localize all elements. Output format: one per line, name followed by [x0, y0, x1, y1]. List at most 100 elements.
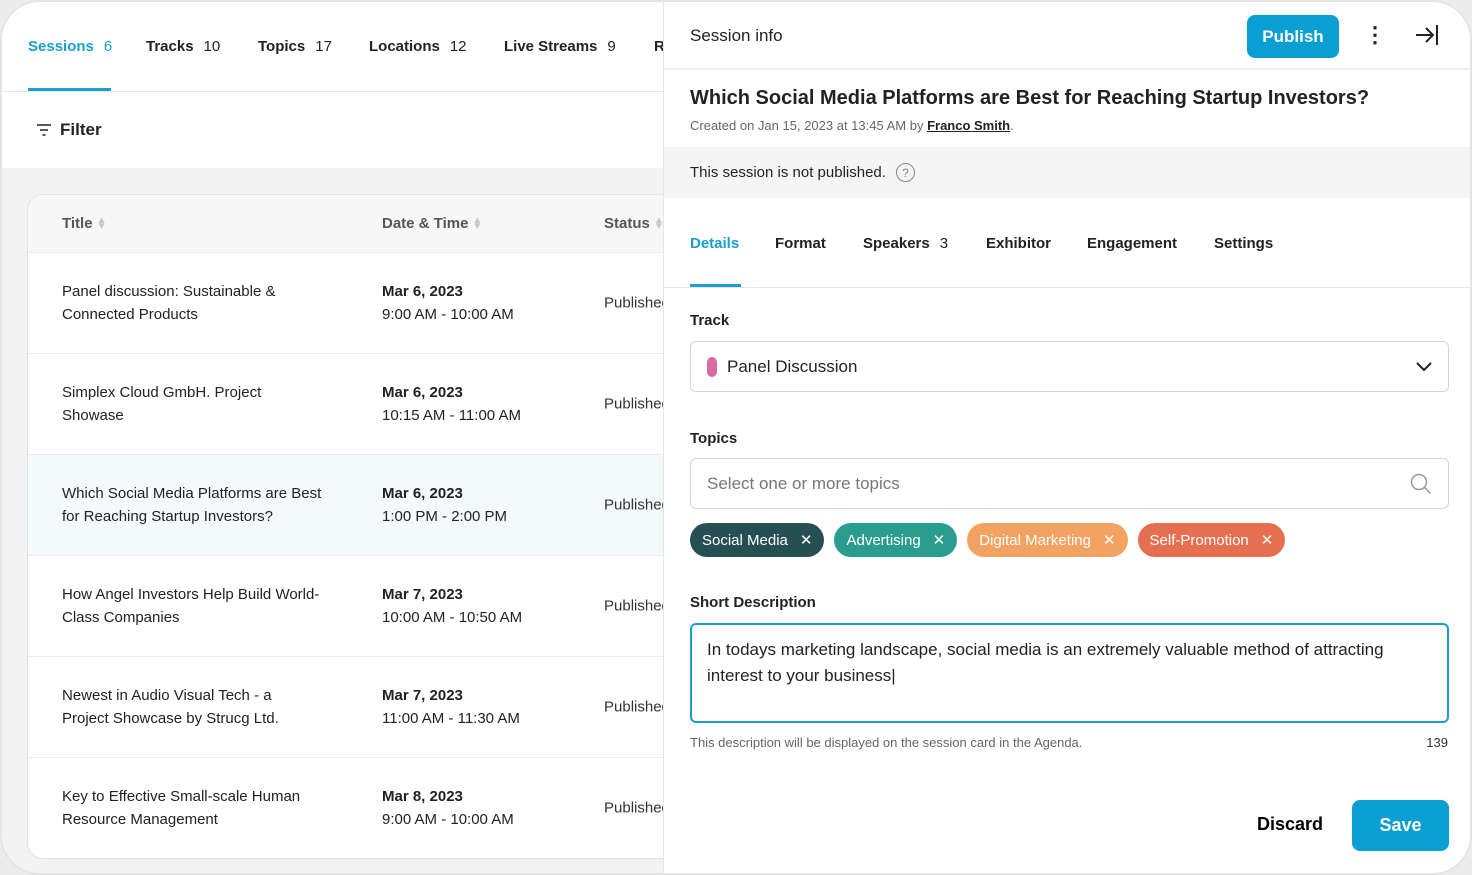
selected-topics: Social Media ✕ Advertising ✕ Digital Marketi…: [690, 523, 1286, 557]
session-date: Mar 7, 2023: [382, 586, 463, 603]
status-cell: Published: [604, 395, 663, 413]
tab-sessions[interactable]: Sessions 6: [28, 38, 112, 55]
column-title[interactable]: Title ▲ ▼: [62, 215, 106, 232]
tab-label: R: [654, 38, 663, 55]
status-cell: Published: [604, 294, 663, 312]
table-row[interactable]: Panel discussion: Sustainable & Connecte…: [28, 252, 663, 353]
created-suffix: .: [1010, 118, 1014, 133]
tab-label: Locations: [369, 38, 440, 55]
remove-chip-icon[interactable]: ✕: [933, 531, 946, 549]
date-time-cell: Mar 8, 2023 9:00 AM - 10:00 AM: [382, 785, 514, 831]
track-select[interactable]: Panel Discussion: [690, 341, 1449, 392]
sessions-list-panel: Sessions 6 Tracks 10 Topics 17 Locations 12 …: [2, 2, 663, 873]
tab-count: 10: [203, 38, 221, 55]
column-date-time[interactable]: Date & Time ▲ ▼: [382, 215, 482, 232]
app-window: Sessions 6 Tracks 10 Topics 17 Locations 12 …: [0, 0, 1472, 875]
tab-settings[interactable]: Settings: [1214, 235, 1273, 252]
session-time: 1:00 PM - 2:00 PM: [382, 508, 508, 525]
short-description-label: Short Description: [690, 594, 816, 611]
panel-header: Session info Publish ⋮: [664, 2, 1470, 70]
created-info: Created on Jan 15, 2023 at 13:45 AM by F…: [690, 118, 1014, 133]
table-row[interactable]: How Angel Investors Help Build World-Cla…: [28, 555, 663, 656]
chip-label: Self-Promotion: [1149, 531, 1249, 549]
sort-icon: ▲ ▼: [472, 214, 483, 232]
session-title-cell: Newest in Audio Visual Tech - a Project …: [62, 687, 279, 727]
search-icon: [1410, 473, 1432, 494]
tab-count: 17: [315, 38, 332, 55]
session-time: 9:00 AM - 10:00 AM: [382, 811, 514, 828]
status-cell: Published: [604, 597, 663, 615]
table-row[interactable]: Which Social Media Platforms are Best fo…: [28, 454, 663, 555]
tab-speakers[interactable]: Speakers 3: [863, 235, 948, 252]
filter-icon: [37, 124, 51, 136]
topic-chip: Social Media ✕: [690, 523, 825, 557]
chip-label: Social Media: [702, 531, 788, 549]
session-title: Which Social Media Platforms are Best fo…: [690, 87, 1370, 109]
tab-exhibitor[interactable]: Exhibitor: [986, 235, 1051, 252]
save-button[interactable]: Save: [1352, 800, 1449, 851]
tab-topics[interactable]: Topics 17: [258, 38, 332, 55]
session-date: Mar 6, 2023: [382, 485, 463, 502]
date-time-cell: Mar 6, 2023 1:00 PM - 2:00 PM: [382, 482, 507, 528]
notice-text: This session is not published.: [690, 164, 886, 181]
track-label: Track: [690, 312, 730, 329]
author-link[interactable]: Franco Smith: [927, 118, 1010, 133]
tab-count: 12: [449, 38, 467, 55]
publish-button[interactable]: Publish: [1247, 15, 1339, 58]
tab-count: 6: [103, 38, 113, 55]
status-cell: Published: [604, 698, 663, 716]
session-title-cell: Which Social Media Platforms are Best fo…: [62, 485, 322, 525]
topics-placeholder: Select one or more topics: [707, 473, 900, 493]
text-cursor: |: [891, 666, 896, 685]
session-title-cell: Panel discussion: Sustainable & Connecte…: [62, 283, 276, 323]
session-title-cell: How Angel Investors Help Build World-Cla…: [62, 586, 320, 626]
panel-title: Session info: [690, 26, 783, 45]
tab-tracks[interactable]: Tracks 10: [146, 38, 220, 55]
detail-tabs: Details Format Speakers 3 Exhibitor Engag…: [664, 198, 1470, 288]
topic-chip: Digital Marketing ✕: [967, 523, 1128, 557]
discard-button[interactable]: Discard: [1257, 814, 1323, 835]
tab-locations[interactable]: Locations 12: [369, 38, 467, 55]
date-time-cell: Mar 7, 2023 10:00 AM - 10:50 AM: [382, 583, 522, 629]
session-title-cell: Simplex Cloud GmbH. Project Showase: [62, 384, 262, 424]
table-row[interactable]: Newest in Audio Visual Tech - a Project …: [28, 656, 663, 757]
topics-input[interactable]: Select one or more topics: [690, 458, 1449, 509]
tab-format[interactable]: Format: [775, 235, 826, 252]
help-icon[interactable]: ?: [895, 163, 915, 182]
session-date: Mar 6, 2023: [382, 384, 463, 401]
filter-button[interactable]: Filter: [2, 92, 663, 168]
tab-label: Settings: [1214, 235, 1274, 252]
tab-label: Sessions: [28, 38, 94, 55]
tab-engagement[interactable]: Engagement: [1087, 235, 1177, 252]
column-label: Status: [604, 215, 650, 232]
table-row[interactable]: Simplex Cloud GmbH. Project Showase Mar …: [28, 353, 663, 454]
sessions-table: Title ▲ ▼ Date & Time ▲ ▼ Status ▲ ▼ Panel dis…: [27, 194, 663, 859]
table-row[interactable]: Key to Effective Small-scale Human Resou…: [28, 757, 663, 858]
column-status[interactable]: Status ▲ ▼: [604, 215, 663, 232]
remove-chip-icon[interactable]: ✕: [1261, 531, 1274, 549]
filter-label: Filter: [60, 120, 102, 139]
short-description-textarea[interactable]: In todays marketing landscape, social me…: [690, 623, 1449, 723]
chip-label: Advertising: [846, 531, 921, 549]
tab-label: Speakers: [863, 235, 930, 252]
remove-chip-icon[interactable]: ✕: [1103, 531, 1116, 549]
tab-label: Exhibitor: [986, 235, 1052, 252]
more-options-icon[interactable]: ⋮: [1364, 22, 1386, 48]
track-value: Panel Discussion: [727, 356, 858, 376]
active-tab-indicator: [690, 284, 741, 287]
chip-label: Digital Marketing: [979, 531, 1091, 549]
topics-label: Topics: [690, 430, 738, 447]
table-header: Title ▲ ▼ Date & Time ▲ ▼ Status ▲ ▼: [28, 195, 663, 252]
tab-label: Details: [690, 235, 740, 252]
description-text: In todays marketing landscape, social me…: [707, 640, 1384, 685]
tab-more[interactable]: R: [654, 38, 663, 55]
status-cell: Published: [604, 799, 663, 817]
collapse-panel-icon[interactable]: [1414, 22, 1440, 48]
remove-chip-icon[interactable]: ✕: [800, 531, 813, 549]
date-time-cell: Mar 6, 2023 10:15 AM - 11:00 AM: [382, 381, 521, 427]
tab-live-streams[interactable]: Live Streams 9: [504, 38, 616, 55]
tab-count: 9: [607, 38, 616, 55]
session-time: 10:15 AM - 11:00 AM: [382, 407, 521, 424]
tab-details[interactable]: Details: [690, 235, 739, 252]
active-tab-indicator: [28, 88, 111, 91]
